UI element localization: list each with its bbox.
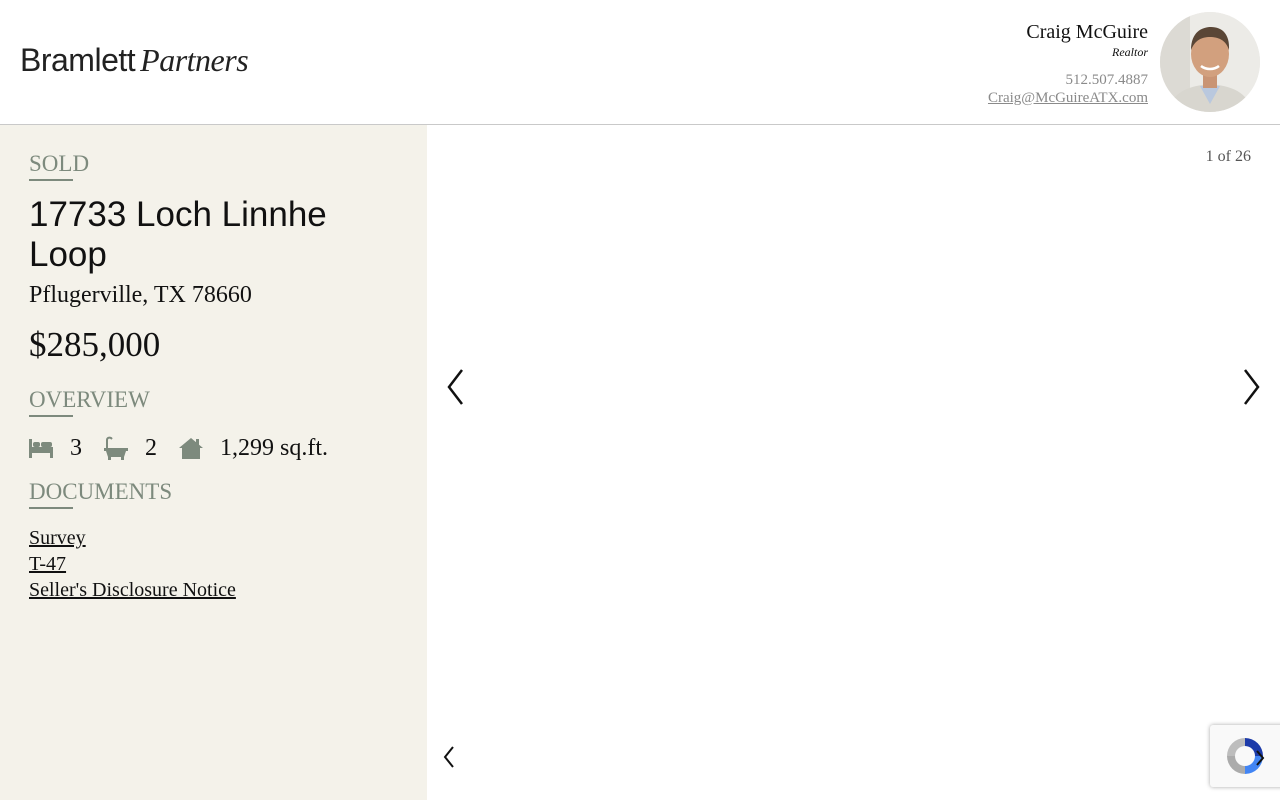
listing-city: Pflugerville, TX 78660 bbox=[29, 282, 252, 308]
agent-email-link[interactable]: Craig@McGuireATX.com bbox=[988, 89, 1148, 107]
brand-logo[interactable]: Bramlett Partners bbox=[20, 42, 249, 79]
house-icon bbox=[179, 437, 203, 459]
agent-name: Craig McGuire bbox=[1026, 21, 1148, 43]
gallery-next-button[interactable] bbox=[1242, 368, 1262, 409]
listing-price: $285,000 bbox=[29, 325, 161, 364]
chevron-left-icon bbox=[443, 746, 454, 768]
logo-text-primary: Bramlett bbox=[20, 42, 136, 78]
beds-count: 3 bbox=[70, 434, 82, 461]
overview-heading: OVERVIEW bbox=[29, 387, 150, 417]
bed-icon bbox=[29, 437, 53, 459]
listing-sidebar: SOLD 17733 Loch Linnhe Loop Pflugerville… bbox=[0, 125, 427, 800]
photo-gallery: 1 of 26 bbox=[427, 125, 1280, 800]
chevron-left-icon bbox=[447, 369, 463, 405]
documents-heading: DOCUMENTS bbox=[29, 479, 172, 509]
agent-contact: Craig McGuire Realtor 512.507.4887 Craig… bbox=[988, 20, 1148, 107]
sqft-value: 1,299 sq.ft. bbox=[220, 434, 328, 461]
status-label: SOLD bbox=[29, 151, 89, 181]
logo-text-secondary: Partners bbox=[140, 42, 249, 78]
overview-stats: 3 2 1,299 sq.ft. bbox=[29, 433, 350, 463]
document-link-t47[interactable]: T-47 bbox=[29, 551, 236, 577]
thumbnail-prev-button[interactable] bbox=[442, 745, 456, 772]
bathtub-icon bbox=[104, 436, 128, 460]
gallery-counter: 1 of 26 bbox=[1205, 148, 1251, 165]
baths-count: 2 bbox=[145, 434, 157, 461]
listing-address: 17733 Loch Linnhe Loop bbox=[29, 195, 327, 274]
gallery-prev-button[interactable] bbox=[445, 368, 465, 409]
recaptcha-badge[interactable] bbox=[1210, 725, 1280, 787]
document-link-survey[interactable]: Survey bbox=[29, 525, 236, 551]
agent-phone[interactable]: 512.507.4887 bbox=[988, 71, 1149, 89]
documents-list: Survey T-47 Seller's Disclosure Notice bbox=[29, 525, 236, 603]
chevron-right-icon bbox=[1256, 750, 1265, 766]
agent-avatar bbox=[1160, 12, 1260, 112]
document-link-sellers-disclosure[interactable]: Seller's Disclosure Notice bbox=[29, 577, 236, 603]
site-header: Bramlett Partners Craig McGuire Realtor 5… bbox=[0, 0, 1280, 125]
chevron-right-icon bbox=[1244, 369, 1260, 405]
agent-title: Realtor bbox=[1112, 45, 1148, 59]
